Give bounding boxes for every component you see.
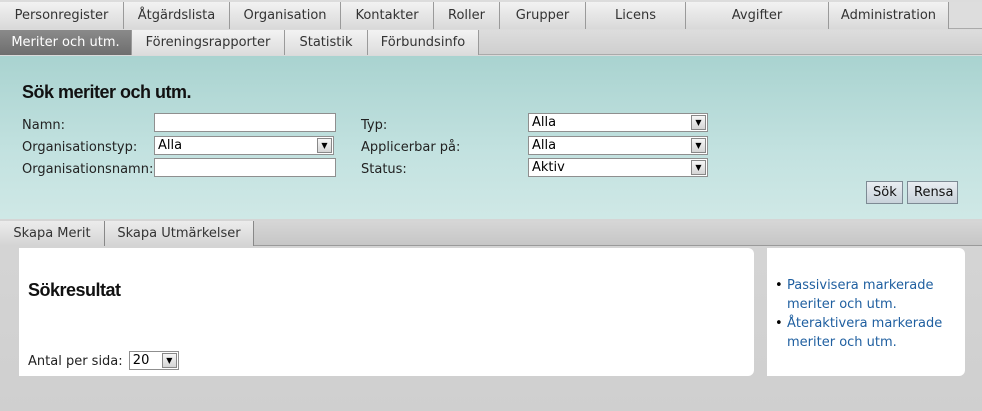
subnav-tab-foreningsrapporter[interactable]: Föreningsrapporter bbox=[132, 30, 285, 55]
status-select[interactable]: Aktiv ▼ bbox=[528, 158, 708, 177]
subnav-tab-meriter[interactable]: Meriter och utm. bbox=[0, 30, 132, 55]
bulk-actions-list: • Passivisera markerade meriter och utm.… bbox=[775, 276, 955, 352]
chevron-down-icon[interactable]: ▼ bbox=[161, 353, 177, 368]
nav-tab-administration[interactable]: Administration bbox=[829, 2, 949, 29]
list-item: • Passivisera markerade meriter och utm. bbox=[775, 276, 955, 314]
reactivate-link[interactable]: Återaktivera markerade meriter och utm. bbox=[787, 316, 942, 350]
orgtyp-label: Organisationstyp: bbox=[22, 140, 138, 155]
per-page-label: Antal per sida: bbox=[28, 354, 123, 369]
namn-input[interactable] bbox=[154, 113, 336, 132]
results-panel: Sökresultat Antal per sida: 20 ▼ bbox=[19, 248, 754, 376]
chevron-down-icon[interactable]: ▼ bbox=[691, 160, 706, 175]
create-award-tab[interactable]: Skapa Utmärkelser bbox=[105, 221, 254, 246]
applicerbar-label: Applicerbar på: bbox=[361, 140, 461, 155]
orgnamn-input[interactable] bbox=[154, 158, 336, 177]
bulk-actions-box: • Passivisera markerade meriter och utm.… bbox=[767, 248, 965, 376]
nav-tab-personregister[interactable]: Personregister bbox=[0, 2, 124, 29]
chevron-down-icon[interactable]: ▼ bbox=[691, 115, 706, 130]
bullet-icon: • bbox=[775, 278, 783, 293]
subnav-tab-statistik[interactable]: Statistik bbox=[285, 30, 368, 55]
nav-tab-grupper[interactable]: Grupper bbox=[500, 2, 586, 29]
nav-tab-kontakter[interactable]: Kontakter bbox=[341, 2, 434, 29]
typ-value: Alla bbox=[532, 115, 557, 130]
search-button[interactable]: Sök bbox=[866, 181, 903, 204]
status-label: Status: bbox=[361, 162, 407, 177]
applicerbar-value: Alla bbox=[532, 138, 557, 153]
list-item: • Återaktivera markerade meriter och utm… bbox=[775, 314, 955, 352]
nav-tab-atgardslista[interactable]: Åtgärdslista bbox=[124, 2, 230, 29]
sub-nav: Meriter och utm. Föreningsrapporter Stat… bbox=[0, 30, 982, 55]
orgtyp-select[interactable]: Alla ▼ bbox=[154, 136, 334, 155]
typ-select[interactable]: Alla ▼ bbox=[528, 113, 708, 132]
nav-tab-roller[interactable]: Roller bbox=[434, 2, 500, 29]
nav-tab-organisation[interactable]: Organisation bbox=[230, 2, 341, 29]
chevron-down-icon[interactable]: ▼ bbox=[691, 138, 706, 153]
per-page-select[interactable]: 20 ▼ bbox=[128, 351, 179, 370]
orgnamn-label: Organisationsnamn: bbox=[22, 162, 154, 177]
subnav-tab-forbundsinfo[interactable]: Förbundsinfo bbox=[368, 30, 479, 55]
results-title: Sökresultat bbox=[28, 280, 121, 300]
status-value: Aktiv bbox=[532, 160, 565, 175]
applicerbar-select[interactable]: Alla ▼ bbox=[528, 136, 708, 155]
action-tabs: Skapa Merit Skapa Utmärkelser bbox=[0, 221, 982, 246]
search-title: Sök meriter och utm. bbox=[22, 82, 192, 102]
create-merit-tab[interactable]: Skapa Merit bbox=[0, 221, 105, 246]
namn-label: Namn: bbox=[22, 118, 65, 133]
search-panel: Sök meriter och utm. Namn: Organisations… bbox=[0, 56, 982, 219]
chevron-down-icon[interactable]: ▼ bbox=[317, 138, 332, 153]
main-nav: Personregister Åtgärdslista Organisation… bbox=[0, 2, 982, 29]
typ-label: Typ: bbox=[361, 118, 388, 133]
orgtyp-value: Alla bbox=[158, 138, 183, 153]
bullet-icon: • bbox=[775, 316, 783, 331]
per-page-control: Antal per sida: 20 ▼ bbox=[28, 351, 179, 371]
per-page-value: 20 bbox=[132, 353, 150, 368]
nav-tab-avgifter[interactable]: Avgifter bbox=[686, 2, 829, 29]
nav-tab-licens[interactable]: Licens bbox=[586, 2, 686, 29]
clear-button[interactable]: Rensa bbox=[907, 181, 958, 204]
passivate-link[interactable]: Passivisera markerade meriter och utm. bbox=[787, 278, 934, 312]
